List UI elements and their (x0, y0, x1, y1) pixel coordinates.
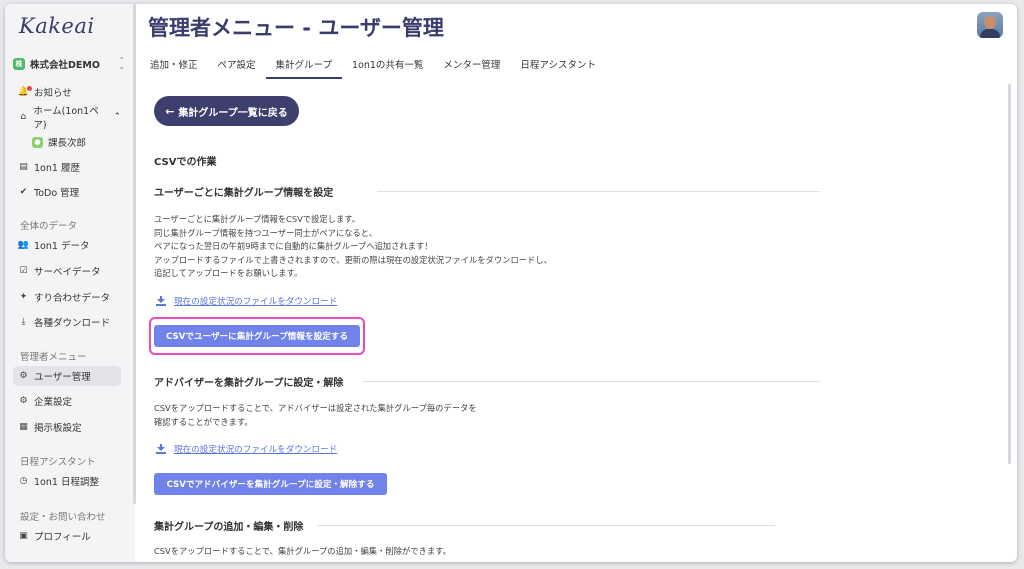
profile-icon: ▣ (19, 531, 28, 541)
csv-set-advisor-groups-button[interactable]: CSVでアドバイザーを集計グループに設定・解除する (154, 473, 387, 495)
avatar-body (980, 29, 1000, 38)
history-icon: ▤ (19, 162, 28, 172)
sidebar-item-label: 掲示板設定 (34, 423, 82, 434)
sidebar-item-label: 1on1 データ (34, 241, 90, 252)
home-icon: ⌂ (20, 112, 27, 122)
main-scrollbar[interactable] (1008, 84, 1011, 464)
board-icon: ▦ (19, 422, 28, 432)
clock-icon: ◷ (19, 476, 28, 486)
sidebar-section-settings: 設定・お問い合わせ (20, 512, 106, 523)
section-group-crud-title: 集計グループの追加・編集・削除 (154, 522, 304, 533)
sidebar-scrollbar[interactable] (133, 4, 136, 504)
tab-schedule-assistant[interactable]: 日程アシスタント (510, 55, 606, 79)
sidebar-item-label: すり合わせデータ (34, 293, 111, 304)
chevron-up-icon: ⌃ (113, 112, 121, 122)
sidebar-item-label: ToDo 管理 (34, 188, 80, 199)
sidebar-item-pair-user[interactable]: ● 課長次郎 (27, 132, 121, 152)
survey-icon: ☑ (19, 266, 28, 276)
sidebar-section-admin: 管理者メニュー (20, 352, 87, 363)
sidebar-item-profile[interactable]: ▣ プロフィール (13, 526, 121, 546)
arrow-left-icon: ← (165, 104, 175, 118)
sidebar-item-label: 課長次郎 (48, 138, 87, 149)
download-icon (156, 296, 166, 306)
sidebar: Kakeai 株 株式会社DEMO ⌃ ⌄ 🔔 お知らせ ⌂ ホーム(1on1ペア… (5, 4, 135, 562)
sidebar-item-label: 企業設定 (34, 397, 73, 408)
back-to-groups-button[interactable]: ← 集計グループ一覧に戻る (154, 96, 299, 126)
sidebar-section-all: 全体のデータ (20, 221, 78, 232)
sidebar-item-user-management[interactable]: ⚙ ユーザー管理 (13, 366, 121, 386)
app-logo[interactable]: Kakeai (19, 14, 95, 38)
sidebar-item-survey[interactable]: ☑ サーベイデータ (13, 261, 121, 281)
sidebar-item-label: 1on1 日程調整 (34, 477, 99, 488)
section-user-groups-description: ユーザーごとに集計グループ情報をCSVで設定します。 同じ集計グループ情報を持つ… (154, 214, 552, 278)
section-divider (363, 381, 820, 382)
download-current-settings-link-1[interactable]: 現在の設定状況のファイルをダウンロード (156, 295, 337, 307)
sidebar-item-history[interactable]: ▤ 1on1 履歴 (13, 157, 121, 177)
sidebar-item-label: プロフィール (34, 532, 91, 543)
section-group-crud-description: CSVをアップロードすることで、集計グループの追加・編集・削除ができます。 (154, 546, 451, 556)
download-icon (156, 444, 166, 454)
avatar-head (984, 16, 996, 29)
sidebar-item-alignment[interactable]: ✦ すり合わせデータ (13, 287, 121, 307)
sidebar-item-notifications[interactable]: 🔔 お知らせ (13, 82, 121, 102)
tab-mentor-management[interactable]: メンター管理 (433, 55, 510, 79)
sidebar-item-label: 各種ダウンロード (34, 318, 111, 329)
sidebar-item-downloads[interactable]: ⤓ 各種ダウンロード (13, 312, 121, 332)
building-gear-icon: ⚙ (19, 396, 28, 406)
sidebar-item-home[interactable]: ⌂ ホーム(1on1ペア) ⌃ (13, 106, 121, 131)
bell-icon: 🔔 (18, 85, 32, 98)
csv-heading: CSVでの作業 (154, 157, 217, 168)
sidebar-item-label: サーベイデータ (34, 267, 101, 278)
section-divider (317, 525, 775, 526)
avatar[interactable] (977, 12, 1003, 38)
app-window: Kakeai 株 株式会社DEMO ⌃ ⌄ 🔔 お知らせ ⌂ ホーム(1on1ペア… (5, 4, 1017, 562)
user-gear-icon: ⚙ (19, 371, 28, 381)
sidebar-item-label: ホーム(1on1ペア) (33, 106, 99, 131)
download-icon: ⤓ (21, 317, 26, 327)
section-advisor-description: CSVをアップロードすることで、アドバイザーは設定された集計グループ毎のデータを… (154, 403, 477, 427)
unread-dot (27, 85, 32, 91)
check-icon: ✔ (19, 187, 28, 197)
sidebar-section-schedule: 日程アシスタント (20, 457, 96, 468)
org-name: 株式会社DEMO (30, 60, 100, 71)
sidebar-item-label: ユーザー管理 (34, 372, 91, 383)
section-advisor-title: アドバイザーを集計グループに設定・解除 (154, 378, 344, 389)
sidebar-item-company-settings[interactable]: ⚙ 企業設定 (13, 391, 121, 411)
sidebar-item-label: 1on1 履歴 (34, 163, 80, 174)
tab-pair-settings[interactable]: ペア設定 (208, 55, 266, 79)
download-current-settings-link-2[interactable]: 現在の設定状況のファイルをダウンロード (156, 443, 337, 455)
tab-bar: 追加・修正 ペア設定 集計グループ 1on1の共有一覧 メンター管理 日程アシス… (148, 55, 606, 79)
people-icon: 👥 (17, 240, 30, 250)
tab-1on1-sharing[interactable]: 1on1の共有一覧 (342, 55, 433, 79)
csv-set-user-groups-button[interactable]: CSVでユーザーに集計グループ情報を設定する (154, 325, 360, 347)
org-switcher[interactable]: 株 株式会社DEMO ⌃ ⌄ (13, 56, 125, 72)
handshake-icon: ✦ (19, 292, 28, 302)
user-icon: ● (32, 136, 43, 148)
sidebar-item-label: お知らせ (34, 88, 72, 99)
tab-aggregation-groups[interactable]: 集計グループ (265, 55, 342, 79)
page-title: 管理者メニュー - ユーザー管理 (148, 16, 444, 40)
org-badge-icon: 株 (13, 58, 25, 70)
section-user-groups-title: ユーザーごとに集計グループ情報を設定 (154, 188, 334, 199)
tab-add-edit[interactable]: 追加・修正 (148, 55, 208, 79)
sidebar-item-board-settings[interactable]: ▦ 掲示板設定 (13, 417, 121, 437)
sidebar-item-1on1-data[interactable]: 👥 1on1 データ (13, 235, 121, 255)
section-divider (377, 191, 820, 192)
chevron-updown-icon: ⌃ ⌄ (118, 56, 125, 71)
sidebar-item-todo[interactable]: ✔ ToDo 管理 (13, 182, 121, 202)
back-button-label: 集計グループ一覧に戻る (178, 107, 288, 119)
sidebar-item-schedule[interactable]: ◷ 1on1 日程調整 (13, 471, 121, 491)
